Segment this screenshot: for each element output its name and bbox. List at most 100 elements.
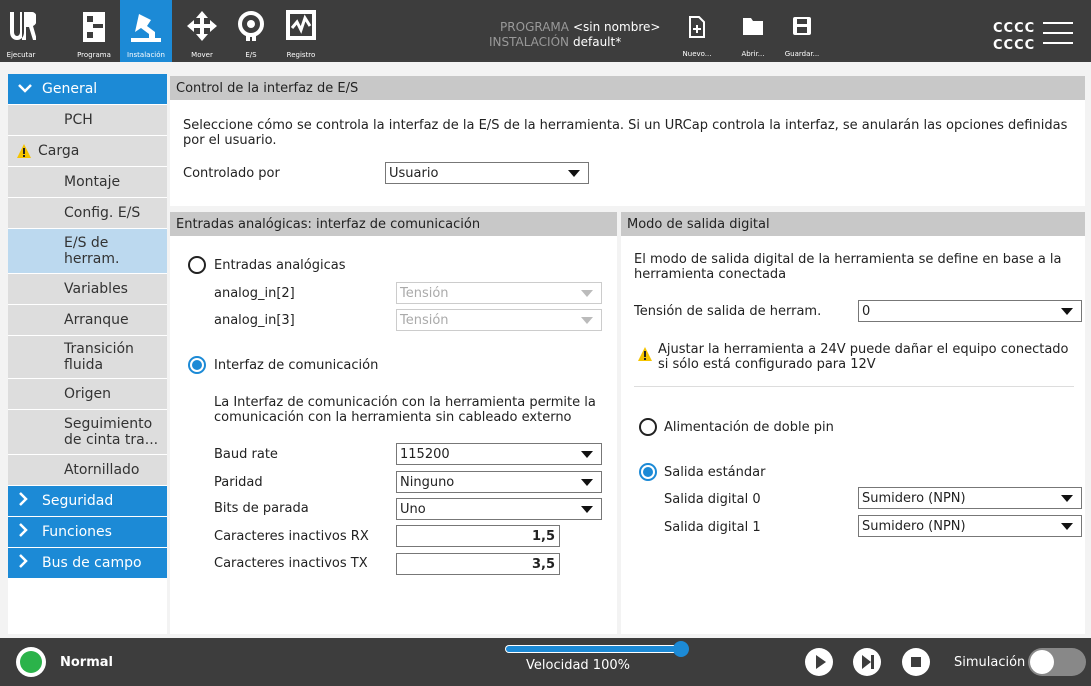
dropdown-arrow-icon [581,506,593,513]
sidebar-item-label: Config. E/S [64,205,141,221]
sidebar-item-screwdriving[interactable]: Atornillado [8,455,167,485]
tool-voltage-label: Tensión de salida de herram. [634,304,822,319]
parity-dropdown[interactable]: Ninguno [396,471,602,493]
nav-io[interactable]: E/S [225,0,277,62]
analog-in3-dropdown[interactable]: Tensión [396,309,602,331]
new-file-icon [689,16,705,38]
nav-move[interactable]: Mover [176,0,228,62]
nav-io-label: E/S [245,51,257,59]
analog-panel-header: Entradas analógicas: interfaz de comunic… [170,212,617,236]
digital-out0-value: Sumidero (NPN) [862,490,966,506]
speed-slider-handle[interactable] [673,641,689,657]
save-button[interactable]: Guardar... [785,16,819,62]
stop-bits-dropdown[interactable]: Uno [396,498,602,520]
io-icon [238,11,264,41]
analog-in2-label: analog_in[2] [214,286,295,301]
dropdown-arrow-icon [581,290,593,297]
dropdown-arrow-icon [581,317,593,324]
ur-logo-icon [10,12,36,40]
open-button[interactable]: Abrir... [736,16,770,62]
dropdown-arrow-icon [1061,523,1073,530]
speed-label: Velocidad 100% [526,658,630,673]
analog-in3-value: Tensión [400,312,449,328]
tx-idle-input[interactable]: 3,5 [396,553,560,575]
nav-installation[interactable]: Instalación [120,0,172,62]
sidebar-item-label: PCH [64,112,93,128]
app-root: Ejecutar Programa Instalación Mover E/S … [0,0,1091,686]
sidebar-category-label: Funciones [42,524,112,540]
chevron-right-icon [18,523,34,541]
sidebar-item-startup[interactable]: Arranque [8,305,167,335]
parity-value: Ninguno [400,474,455,490]
tx-idle-value: 3,5 [531,556,555,572]
sidebar-item-conveyor-tracking[interactable]: Seguimiento de cinta tra... [8,410,167,454]
sidebar-item-mounting[interactable]: Montaje [8,167,167,197]
nav-log[interactable]: Registro [275,0,327,62]
folder-icon [743,18,763,35]
sidebar-category-label: Seguridad [42,493,114,509]
sidebar-item-label: Atornillado [64,462,140,478]
play-button[interactable] [805,648,833,676]
digital-out0-dropdown[interactable]: Sumidero (NPN) [858,487,1082,509]
sidebar-item-tool-io[interactable]: E/S de herram. [8,229,167,273]
robot-id-line2: CCCC [993,38,1036,53]
sidebar-item-label: E/S de herram. [64,235,120,267]
sidebar-category-general[interactable]: General [8,74,167,104]
stop-button[interactable] [902,648,930,676]
simulation-toggle[interactable] [1028,648,1086,676]
analog-in3-label: analog_in[3] [214,313,295,328]
digital-panel: El modo de salida digital de la herramie… [621,236,1085,634]
sidebar-category-features[interactable]: Funciones [8,517,167,547]
move-icon [187,11,217,41]
sidebar-category-safety[interactable]: Seguridad [8,486,167,516]
digital-out1-label: Salida digital 1 [664,520,761,535]
play-icon [816,655,826,669]
baud-rate-dropdown[interactable]: 115200 [396,443,602,465]
dropdown-arrow-icon [1061,308,1073,315]
nav-program[interactable]: Programa [68,0,120,62]
power-status-button[interactable] [16,647,46,677]
standard-output-label: Salida estándar [664,465,766,480]
sidebar-category-fieldbus[interactable]: Bus de campo [8,548,167,578]
sidebar-item-home[interactable]: Origen [8,379,167,409]
voltage-warning-text: Ajustar la herramienta a 24V puede dañar… [658,342,1069,372]
dropdown-arrow-icon [568,170,580,177]
speed-slider[interactable] [505,641,689,657]
analog-inputs-radio[interactable] [188,256,206,274]
installation-key: INSTALACIÓN [488,35,569,49]
nav-run-label: Ejecutar [6,51,36,59]
nav-run[interactable]: Ejecutar [0,0,42,62]
step-icon [862,655,874,669]
sidebar-item-tcp[interactable]: PCH [8,105,167,135]
sidebar-item-smooth-transition[interactable]: Transición fluida [8,336,167,378]
standard-output-radio[interactable] [639,463,657,481]
tool-voltage-dropdown[interactable]: 0 [858,300,1082,322]
status-indicator-icon [20,651,42,673]
stop-bits-value: Uno [400,501,426,517]
analog-header-text: Entradas analógicas: interfaz de comunic… [176,216,481,232]
digital-header-text: Modo de salida digital [627,216,770,232]
stop-icon [911,657,921,667]
dual-pin-power-radio[interactable] [639,418,657,436]
analog-in2-dropdown[interactable]: Tensión [396,282,602,304]
simulation-label: Simulación [954,655,1026,670]
rx-idle-input[interactable]: 1,5 [396,525,560,547]
dropdown-arrow-icon [581,479,593,486]
digital-out1-dropdown[interactable]: Sumidero (NPN) [858,515,1082,537]
chevron-down-icon [18,82,34,97]
baud-rate-label: Baud rate [214,447,278,462]
hamburger-menu-icon[interactable] [1043,22,1073,44]
chevron-right-icon [18,554,34,572]
new-button[interactable]: Nuevo... [680,16,714,62]
comm-interface-radio[interactable] [188,356,206,374]
tool-voltage-value: 0 [862,303,871,319]
sidebar-item-variables[interactable]: Variables [8,274,167,304]
controlled-by-dropdown[interactable]: Usuario [385,162,589,184]
open-label: Abrir... [741,50,765,58]
sidebar-item-io-setup[interactable]: Config. E/S [8,198,167,228]
installation-icon [131,14,161,42]
top-bar: Ejecutar Programa Instalación Mover E/S … [0,0,1091,62]
sidebar-item-payload[interactable]: Carga [8,136,167,166]
chevron-right-icon [18,492,34,510]
step-button[interactable] [853,648,881,676]
